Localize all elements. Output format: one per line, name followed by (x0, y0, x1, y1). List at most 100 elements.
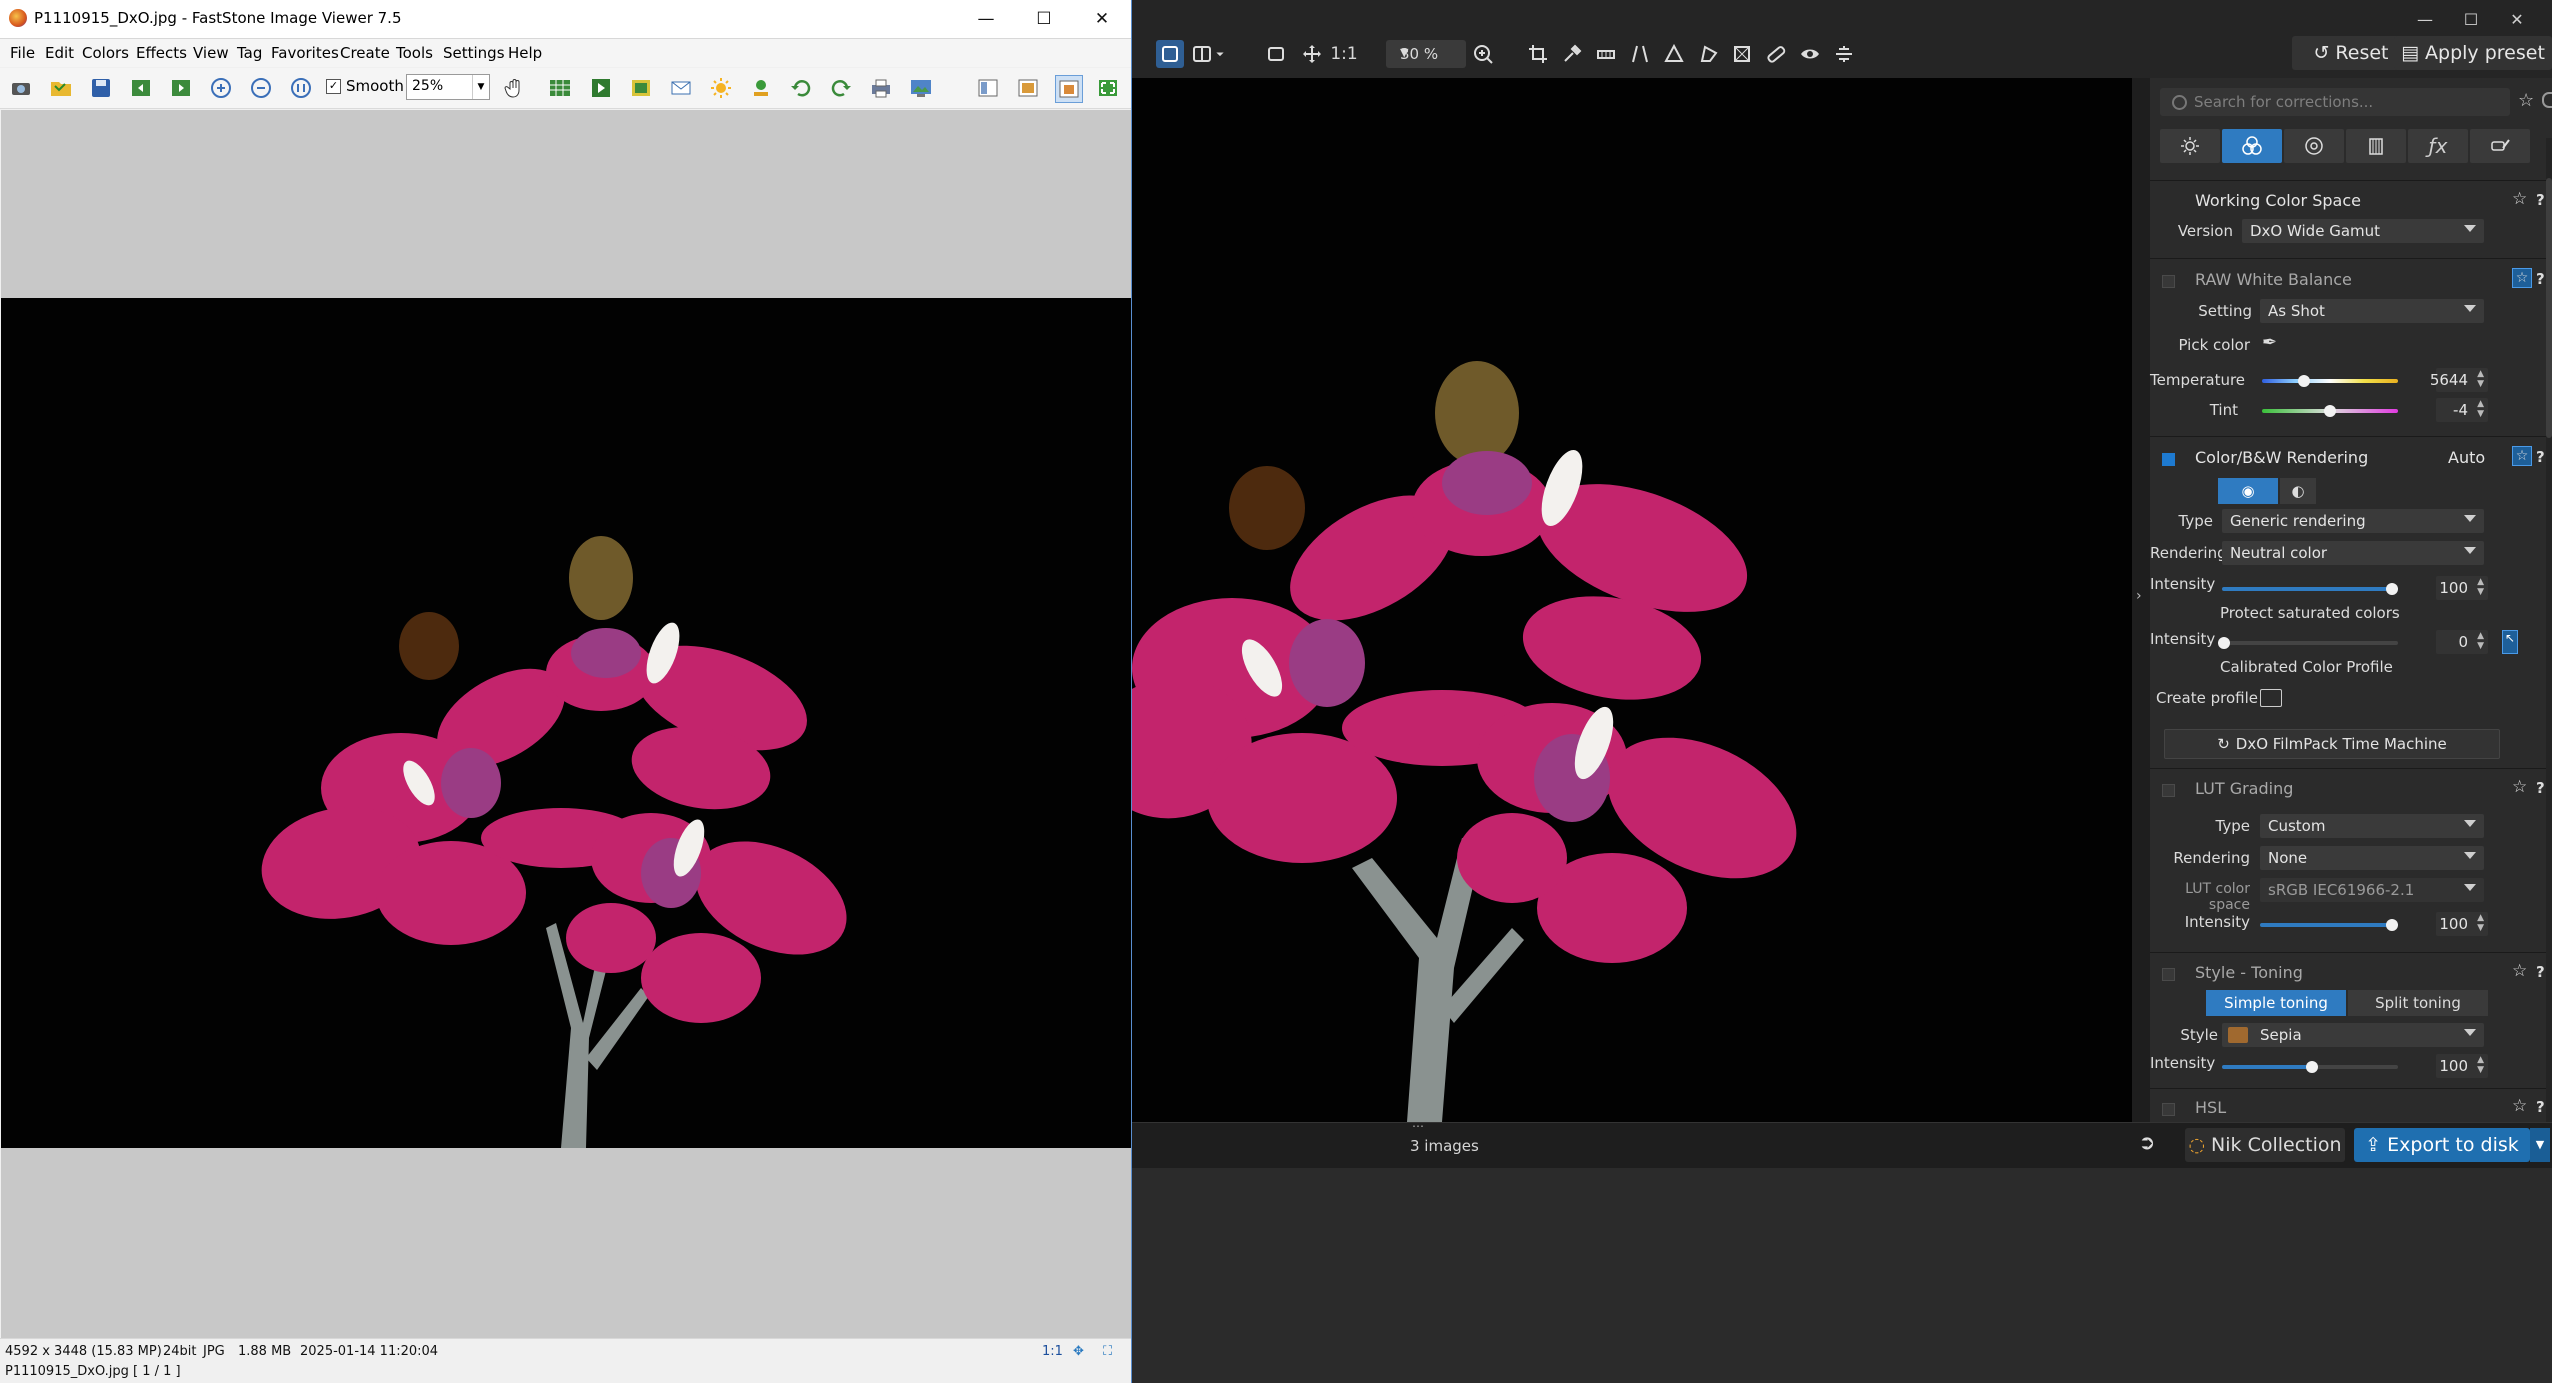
menu-favorites[interactable]: Favorites (271, 44, 339, 62)
style-dropdown[interactable]: Sepia (2222, 1023, 2484, 1047)
dxo-maximize-button[interactable]: ☐ (2448, 4, 2494, 34)
tint-slider[interactable] (2262, 405, 2398, 417)
spinner-icon[interactable]: ▲ ▼ (2477, 369, 2484, 389)
previous-image-icon[interactable] (128, 75, 154, 101)
guides-icon[interactable] (1830, 40, 1858, 68)
section-toggle-checkbox[interactable] (2162, 453, 2175, 466)
help-icon[interactable]: ? (2536, 779, 2545, 797)
move-icon[interactable]: ✥ (1073, 1344, 1084, 1359)
toning-intensity-knob[interactable] (2306, 1061, 2318, 1073)
minimize-button[interactable]: — (957, 0, 1015, 38)
lut-intensity-input[interactable]: 100 ▲ ▼ (2436, 912, 2488, 936)
layout-2-icon[interactable] (1015, 75, 1041, 101)
move-icon[interactable] (1298, 40, 1326, 68)
section-toggle-checkbox[interactable] (2162, 784, 2175, 797)
thumbnails-icon[interactable] (547, 75, 573, 101)
favorites-star-icon[interactable]: ☆ (2518, 90, 2534, 111)
save-icon[interactable] (88, 75, 114, 101)
eyedropper-icon[interactable]: ✒ (2262, 332, 2277, 353)
setting-dropdown[interactable]: As Shot (2260, 299, 2484, 323)
spinner-icon[interactable]: ▲ ▼ (2477, 913, 2484, 933)
nik-collection-button[interactable]: ◌ Nik Collection (2185, 1128, 2345, 1162)
zoom-in-icon[interactable] (208, 75, 234, 101)
star-icon[interactable]: ☆ (2512, 268, 2532, 288)
star-icon[interactable]: ☆ (2512, 189, 2527, 209)
export-chevron-down-icon[interactable]: ▼ (2530, 1128, 2550, 1162)
menu-help[interactable]: Help (508, 44, 542, 62)
panel-scrollbar-thumb[interactable] (2546, 178, 2552, 438)
spinner-icon[interactable]: ▲ ▼ (2477, 399, 2484, 419)
color-mode-button[interactable]: ◉ (2218, 478, 2278, 504)
filmstrip-handle-icon[interactable]: ⋯ (1412, 1119, 1424, 1133)
rendering-dropdown[interactable]: Neutral color (2222, 541, 2484, 565)
panel-collapse-handle[interactable]: › (2132, 78, 2150, 1122)
zoom-in-icon[interactable] (1469, 40, 1497, 68)
lut-intensity-knob[interactable] (2386, 919, 2398, 931)
one-to-one-button[interactable]: 1:1 (1330, 40, 1358, 68)
view-mode-chevron-down-icon[interactable] (1212, 40, 1228, 68)
bw-mode-button[interactable]: ◐ (2280, 478, 2316, 504)
create-profile-icon[interactable] (2260, 689, 2282, 707)
section-toggle-checkbox[interactable] (2162, 275, 2175, 288)
temperature-slider[interactable] (2262, 375, 2398, 387)
chevron-down-icon[interactable]: ▼ (472, 75, 489, 99)
transform-icon[interactable] (1728, 40, 1756, 68)
tint-input[interactable]: -4 ▲ ▼ (2436, 398, 2488, 422)
help-icon[interactable]: ? (2536, 270, 2545, 288)
zoom-combobox[interactable]: 25% ▼ (406, 74, 490, 100)
crop-icon[interactable] (1524, 40, 1552, 68)
rotate-right-icon[interactable] (828, 75, 854, 101)
spinner-icon[interactable]: ▲ ▼ (2477, 631, 2484, 651)
menu-file[interactable]: File (10, 44, 35, 62)
lut-color-space-dropdown[interactable]: sRGB IEC61966-2.1 (2260, 878, 2484, 902)
spinner-icon[interactable]: ▲ ▼ (2477, 1055, 2484, 1075)
actual-size-icon[interactable] (288, 75, 314, 101)
rendering-type-dropdown[interactable]: Generic rendering (2222, 509, 2484, 533)
dxo-close-button[interactable]: ✕ (2494, 4, 2540, 34)
menu-view[interactable]: View (193, 44, 229, 62)
temperature-slider-knob[interactable] (2298, 375, 2310, 387)
repair-icon[interactable] (1762, 40, 1790, 68)
adjust-levels-icon[interactable] (748, 75, 774, 101)
tab-color[interactable] (2222, 129, 2282, 163)
horizon-icon[interactable] (1592, 40, 1620, 68)
menu-edit[interactable]: Edit (45, 44, 74, 62)
local-adjust-icon[interactable] (1660, 40, 1688, 68)
camera-icon[interactable] (8, 75, 34, 101)
zoom-out-icon[interactable] (248, 75, 274, 101)
toning-intensity-slider[interactable] (2222, 1061, 2398, 1073)
single-view-icon[interactable] (1156, 40, 1184, 68)
export-to-disk-button[interactable]: ⇪ Export to disk (2354, 1128, 2530, 1162)
apply-preset-button[interactable]: ▤ Apply preset (2394, 36, 2552, 70)
lut-type-dropdown[interactable]: Custom (2260, 814, 2484, 838)
ratio-button[interactable]: 1:1 (1042, 1344, 1063, 1359)
tab-geometry[interactable] (2346, 129, 2406, 163)
dxo-zoom-dropdown[interactable]: 30 % ▼ (1386, 40, 1466, 68)
tab-detail[interactable] (2284, 129, 2344, 163)
brightness-icon[interactable] (708, 75, 734, 101)
next-image-icon[interactable] (168, 75, 194, 101)
reset-button[interactable]: ↺ Reset (2292, 36, 2410, 70)
tab-local[interactable] (2470, 129, 2530, 163)
close-button[interactable]: ✕ (1073, 0, 1131, 38)
split-toning-button[interactable]: Split toning (2348, 990, 2488, 1016)
section-toggle-checkbox[interactable] (2162, 968, 2175, 981)
intensity-slider[interactable] (2222, 583, 2398, 595)
star-icon[interactable]: ☆ (2512, 777, 2527, 797)
compare-icon[interactable] (628, 75, 654, 101)
help-icon[interactable]: ? (2536, 1098, 2545, 1116)
menu-tag[interactable]: Tag (237, 44, 262, 62)
spinner-icon[interactable]: ▲ ▼ (2477, 577, 2484, 597)
chevron-right-icon[interactable]: › (2136, 588, 2142, 604)
layout-1-icon[interactable] (975, 75, 1001, 101)
navigate-icon[interactable]: ➲ (2132, 1130, 2162, 1160)
protect-intensity-slider[interactable] (2218, 637, 2398, 649)
lut-rendering-dropdown[interactable]: None (2260, 846, 2484, 870)
fit-window-icon[interactable] (1055, 75, 1083, 103)
help-icon[interactable]: ? (2536, 448, 2545, 466)
perspective-icon[interactable] (1626, 40, 1654, 68)
dxo-minimize-button[interactable]: — (2402, 4, 2448, 34)
menu-settings[interactable]: Settings (443, 44, 505, 62)
toning-intensity-input[interactable]: 100 ▲ ▼ (2436, 1054, 2488, 1078)
toggle-panel-icon[interactable] (2542, 92, 2552, 108)
